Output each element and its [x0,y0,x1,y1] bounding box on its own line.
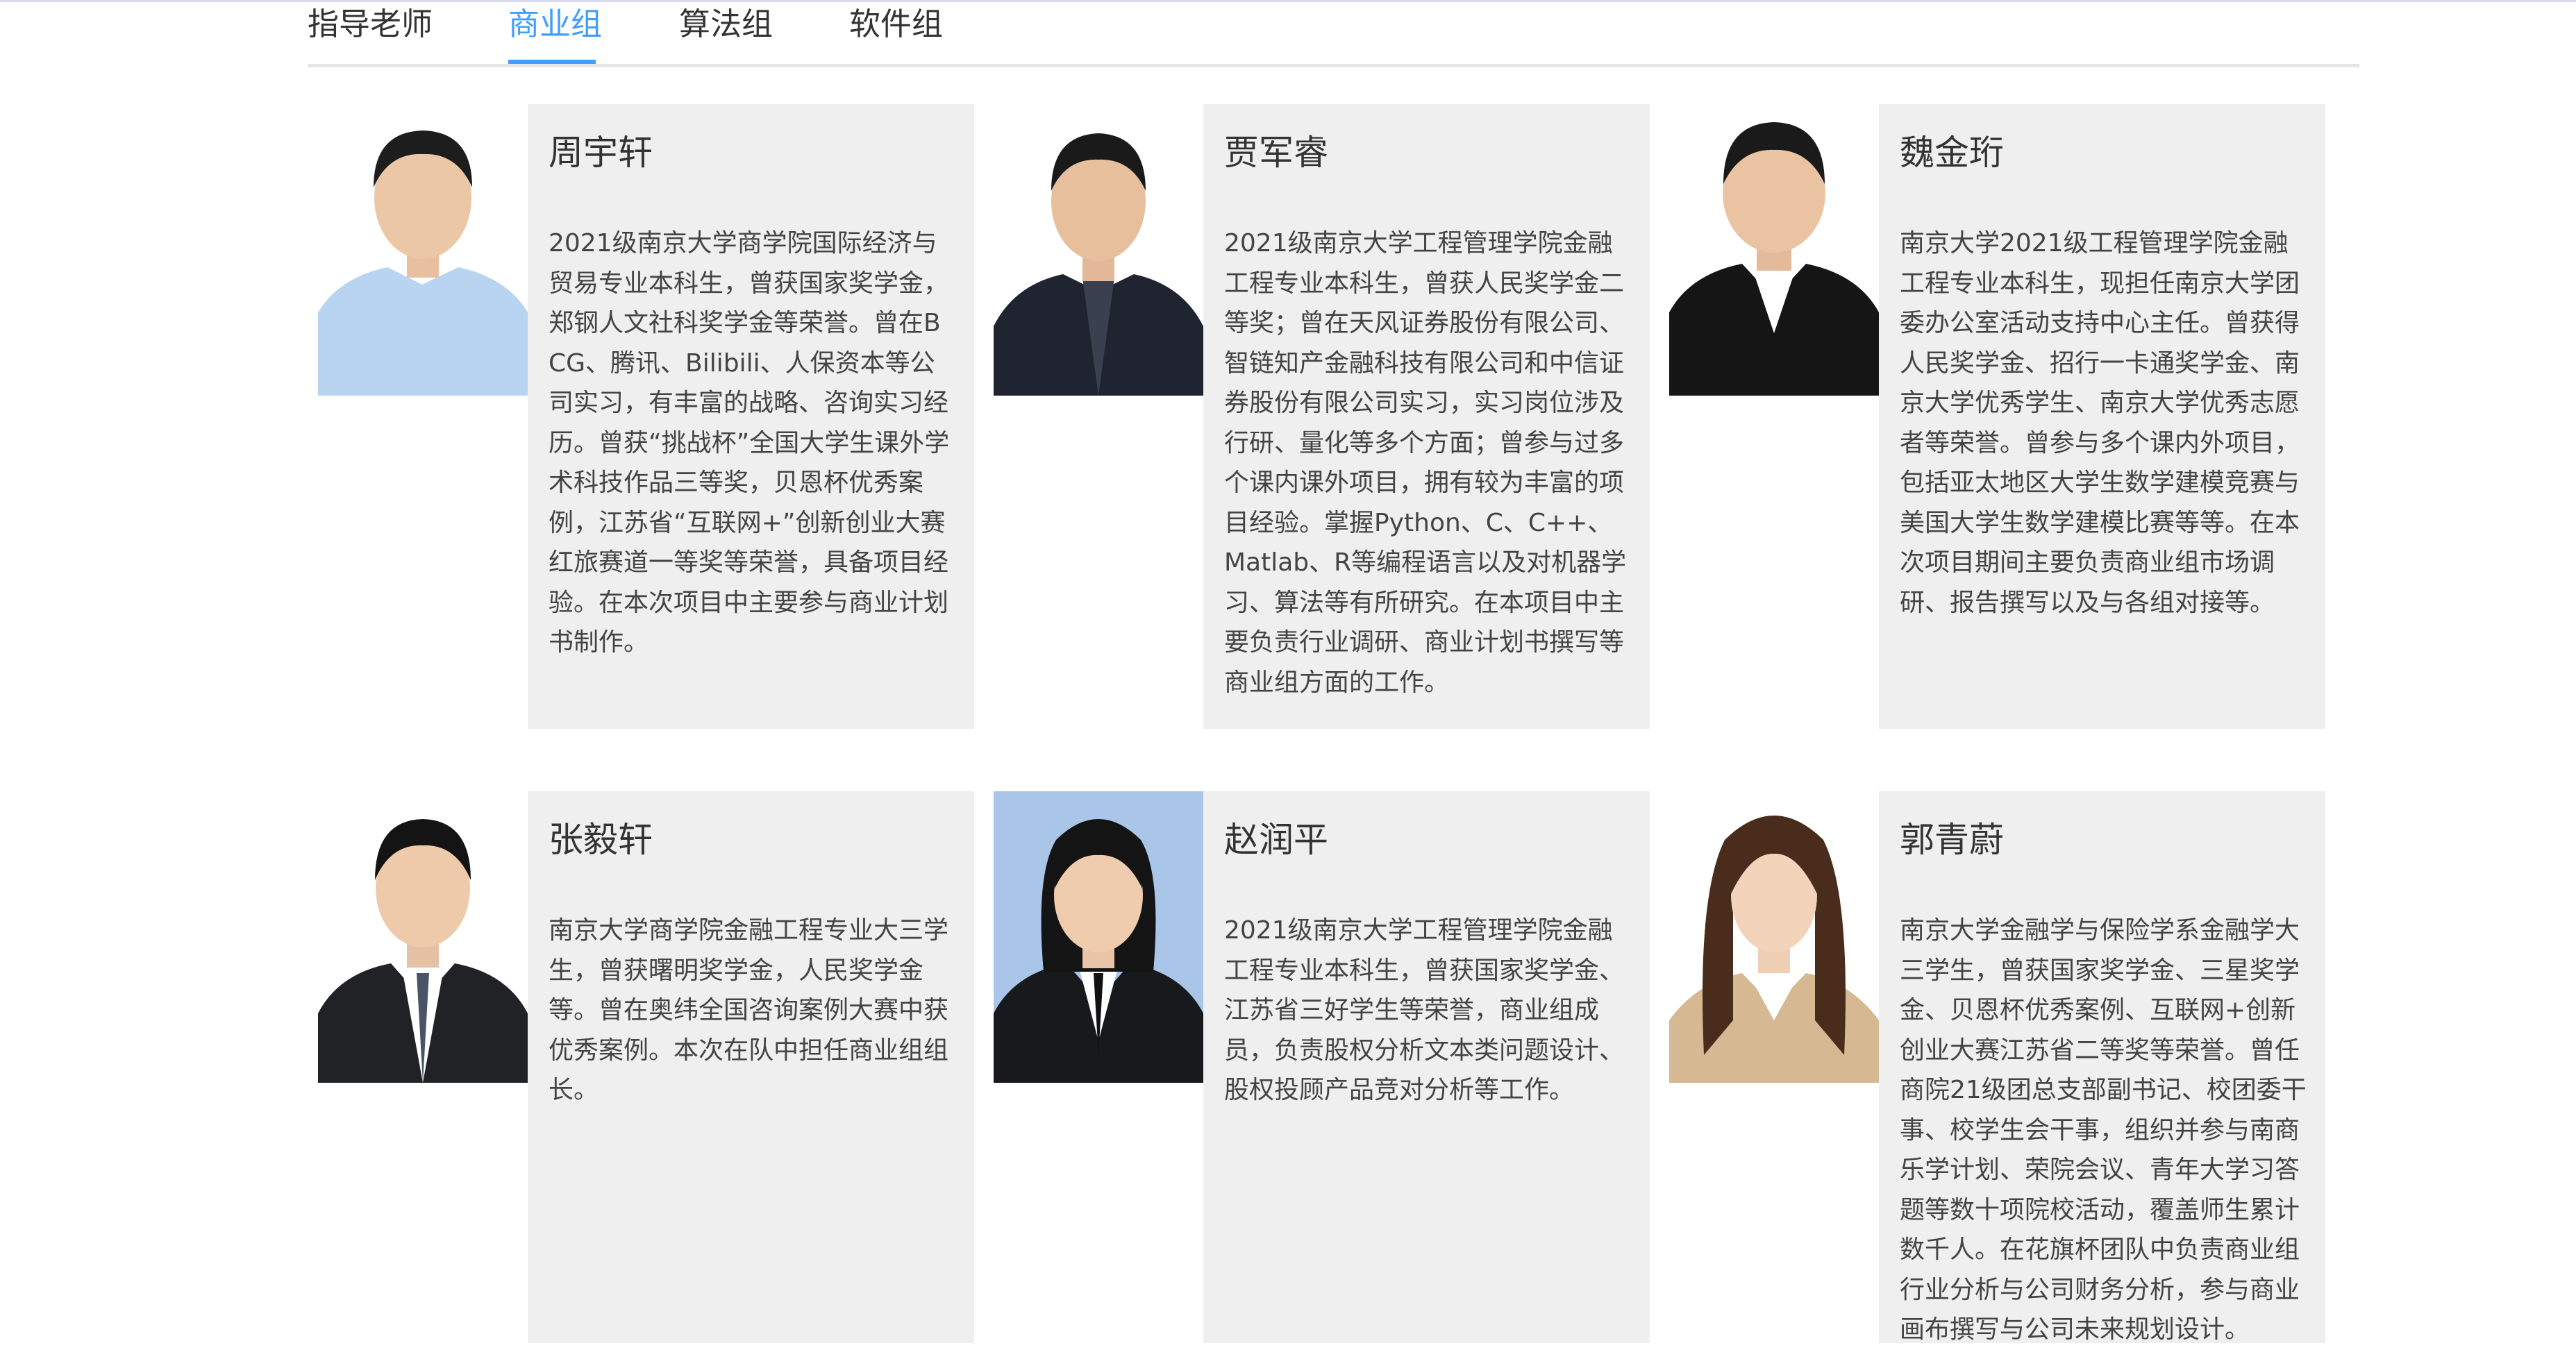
member-card: 贾军睿 2021级南京大学工程管理学院金融工程专业本科生，曾获人民奖学金二等奖；… [994,104,1650,729]
member-photo [1669,104,1879,396]
member-bio: 2021级南京大学工程管理学院金融工程专业本科生，曾获国家奖学金、江苏省三好学生… [1224,916,1625,1104]
tab-bar: 指导老师 商业组 算法组 软件组 [308,0,2359,67]
member-bio: 南京大学2021级工程管理学院金融工程专业本科生，现担任南京大学团委办公室活动支… [1900,229,2300,617]
member-bio: 2021级南京大学商学院国际经济与贸易专业本科生，曾获国家奖学金，郑钢人文社科奖… [549,229,950,657]
portrait-photo-icon [994,104,1203,396]
active-tab-indicator [508,60,596,64]
member-info-panel: 贾军睿 2021级南京大学工程管理学院金融工程专业本科生，曾获人民奖学金二等奖；… [1203,104,1650,729]
member-name: 张毅轩 [549,820,653,860]
member-info-panel: 张毅轩 南京大学商学院金融工程专业大三学生，曾获曙明奖学金，人民奖学金等。曾在奥… [528,791,974,1343]
tab-algorithm[interactable]: 算法组 [679,4,773,44]
portrait-photo-icon [994,791,1203,1083]
member-photo [1669,791,1879,1083]
member-photo [318,104,528,396]
member-name: 贾军睿 [1224,133,1328,173]
member-card: 赵润平 2021级南京大学工程管理学院金融工程专业本科生，曾获国家奖学金、江苏省… [994,791,1650,1343]
tab-business[interactable]: 商业组 [508,4,602,44]
member-name: 周宇轩 [549,133,653,173]
member-card: 魏金珩 南京大学2021级工程管理学院金融工程专业本科生，现担任南京大学团委办公… [1669,104,2325,729]
member-name: 赵润平 [1224,820,1328,860]
member-photo [318,791,528,1083]
member-name: 魏金珩 [1900,133,2004,173]
member-info-panel: 魏金珩 南京大学2021级工程管理学院金融工程专业本科生，现担任南京大学团委办公… [1879,104,2325,729]
member-card: 郭青蔚 南京大学金融学与保险学系金融学大三学生，曾获国家奖学金、三星奖学金、贝恩… [1669,791,2325,1344]
portrait-photo-icon [1669,791,1879,1083]
member-bio: 2021级南京大学工程管理学院金融工程专业本科生，曾获人民奖学金二等奖；曾在天风… [1224,229,1627,697]
member-photo [994,104,1203,396]
member-info-panel: 周宇轩 2021级南京大学商学院国际经济与贸易专业本科生，曾获国家奖学金，郑钢人… [528,104,974,729]
portrait-photo-icon [1669,104,1879,396]
portrait-photo-icon [318,104,528,396]
member-name: 郭青蔚 [1900,820,2004,860]
member-info-panel: 赵润平 2021级南京大学工程管理学院金融工程专业本科生，曾获国家奖学金、江苏省… [1203,791,1650,1343]
member-card: 周宇轩 2021级南京大学商学院国际经济与贸易专业本科生，曾获国家奖学金，郑钢人… [318,104,974,729]
member-card: 张毅轩 南京大学商学院金融工程专业大三学生，曾获曙明奖学金，人民奖学金等。曾在奥… [318,791,974,1343]
member-photo [994,791,1203,1083]
member-info-panel: 郭青蔚 南京大学金融学与保险学系金融学大三学生，曾获国家奖学金、三星奖学金、贝恩… [1879,791,2325,1344]
member-bio: 南京大学金融学与保险学系金融学大三学生，曾获国家奖学金、三星奖学金、贝恩杯优秀案… [1900,916,2307,1344]
member-bio: 南京大学商学院金融工程专业大三学生，曾获曙明奖学金，人民奖学金等。曾在奥纬全国咨… [549,916,949,1104]
tab-advisors[interactable]: 指导老师 [308,4,433,44]
portrait-photo-icon [318,791,528,1083]
tab-software[interactable]: 软件组 [849,4,943,44]
